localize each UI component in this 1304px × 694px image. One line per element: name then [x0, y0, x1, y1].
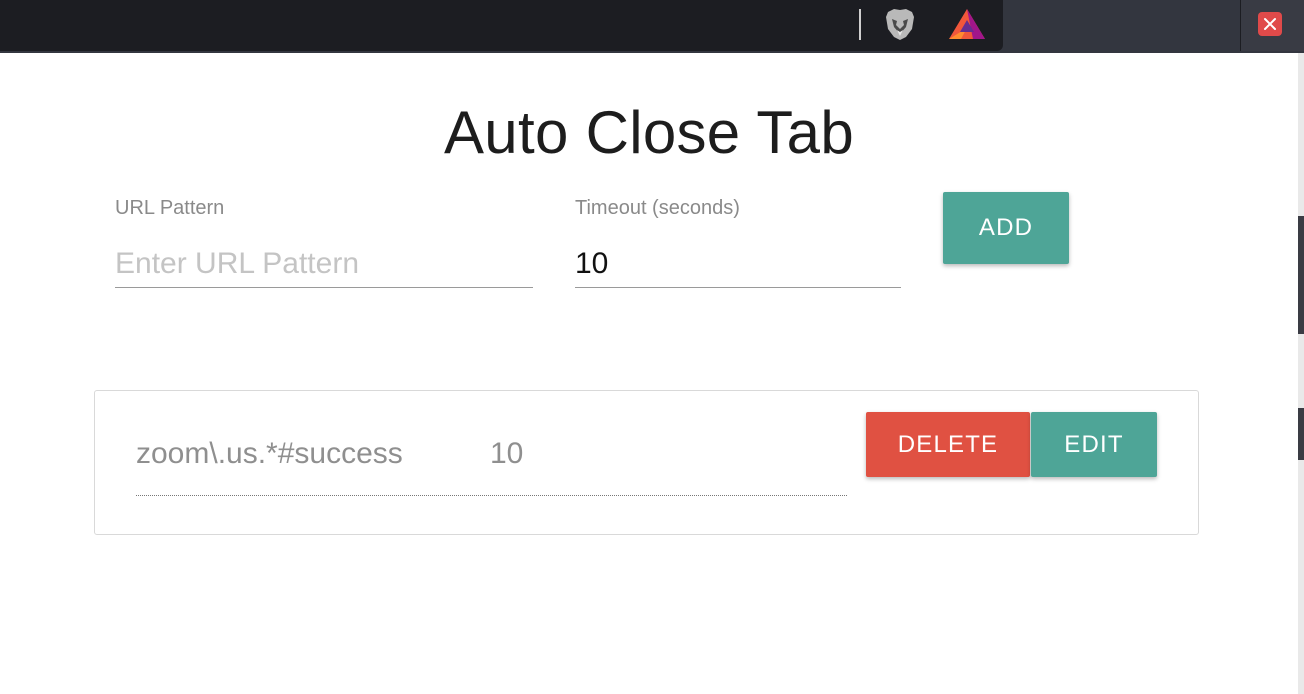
edit-button[interactable]: EDIT	[1031, 412, 1157, 477]
page-edge-mark	[1298, 408, 1304, 460]
url-pattern-input[interactable]	[115, 240, 533, 288]
timeout-input[interactable]	[575, 240, 901, 288]
delete-button[interactable]: DELETE	[866, 412, 1030, 477]
brave-lion-icon[interactable]	[884, 7, 916, 42]
rule-timeout-text: 10	[490, 437, 524, 470]
url-pattern-label: URL Pattern	[115, 197, 225, 219]
close-icon[interactable]	[1258, 12, 1282, 36]
add-button[interactable]: ADD	[943, 192, 1069, 264]
rule-underline	[136, 495, 847, 496]
browser-toolbar	[0, 0, 1304, 53]
page-title: Auto Close Tab	[443, 99, 855, 166]
timeout-label: Timeout (seconds)	[575, 197, 740, 219]
page-edge-mark	[1298, 216, 1304, 334]
bat-triangle-icon[interactable]	[948, 8, 986, 40]
toolbar-separator	[859, 9, 861, 40]
rule-pattern-text: zoom\.us.*#success	[136, 437, 403, 470]
page-edge	[1298, 53, 1304, 694]
toolbar-extensions-area	[0, 0, 1003, 51]
